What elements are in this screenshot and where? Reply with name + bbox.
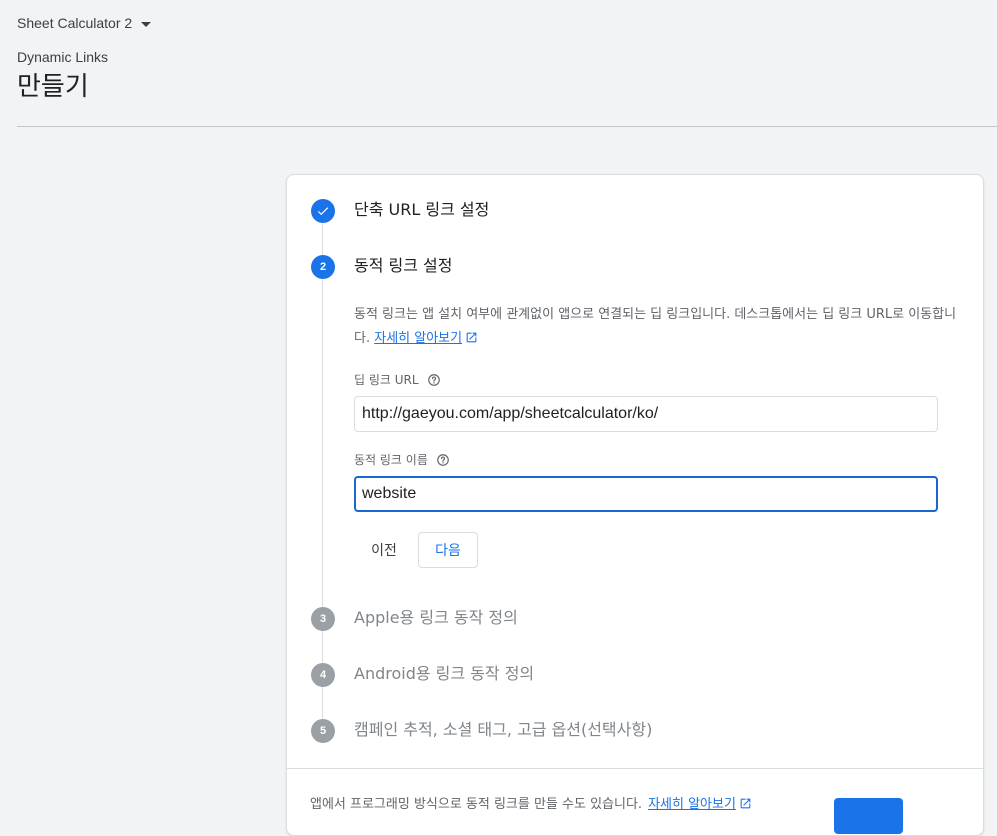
deep-link-label: 딥 링크 URL: [354, 371, 441, 388]
external-link-icon: [740, 798, 751, 809]
card-footer-divider: [287, 768, 983, 769]
step-connector: [322, 631, 323, 663]
breadcrumb[interactable]: Dynamic Links: [17, 49, 108, 65]
create-button[interactable]: [834, 798, 903, 834]
header-divider: [17, 126, 997, 127]
check-icon: [317, 207, 329, 216]
help-icon[interactable]: [436, 453, 450, 467]
step-2-badge: 2: [311, 255, 335, 279]
project-name: Sheet Calculator 2: [17, 15, 133, 31]
external-link-icon: [466, 332, 477, 343]
step-1-title[interactable]: 단축 URL 링크 설정: [354, 198, 489, 222]
footer-note: 앱에서 프로그래밍 방식으로 동적 링크를 만들 수도 있습니다. 자세히 알아보…: [310, 793, 752, 812]
dynamic-link-name-input[interactable]: [354, 476, 938, 512]
project-switcher[interactable]: Sheet Calculator 2: [17, 13, 152, 33]
stepper-card: 단축 URL 링크 설정 2 동적 링크 설정 동적 링크는 앱 설치 여부에 …: [286, 174, 984, 836]
step-3-badge: 3: [311, 607, 335, 631]
footer-learn-more-link[interactable]: 자세히 알아보기: [648, 797, 752, 812]
page-title: 만들기: [17, 72, 89, 102]
deep-link-url-input[interactable]: [354, 396, 938, 432]
step-4-title[interactable]: Android용 링크 동작 정의: [354, 662, 534, 686]
caret-down-icon: [141, 21, 152, 27]
step-5-badge: 5: [311, 719, 335, 743]
step-connector: [322, 279, 323, 607]
step-4-badge: 4: [311, 663, 335, 687]
prev-button[interactable]: 이전: [357, 532, 411, 568]
step-1-check-icon: [311, 199, 335, 223]
next-button[interactable]: 다음: [418, 532, 478, 568]
step-3-title[interactable]: Apple용 링크 동작 정의: [354, 606, 518, 630]
step-connector: [322, 687, 323, 719]
step-connector: [322, 223, 323, 255]
step-2-title: 동적 링크 설정: [354, 256, 453, 275]
step-5-title[interactable]: 캠페인 추적, 소셜 태그, 고급 옵션(선택사항): [354, 718, 652, 742]
learn-more-link[interactable]: 자세히 알아보기: [374, 331, 478, 346]
link-name-label: 동적 링크 이름: [354, 451, 450, 468]
step-2-description: 동적 링크는 앱 설치 여부에 관계없이 앱으로 연결되는 딥 링크입니다. 데…: [354, 303, 962, 351]
help-icon[interactable]: [427, 373, 441, 387]
